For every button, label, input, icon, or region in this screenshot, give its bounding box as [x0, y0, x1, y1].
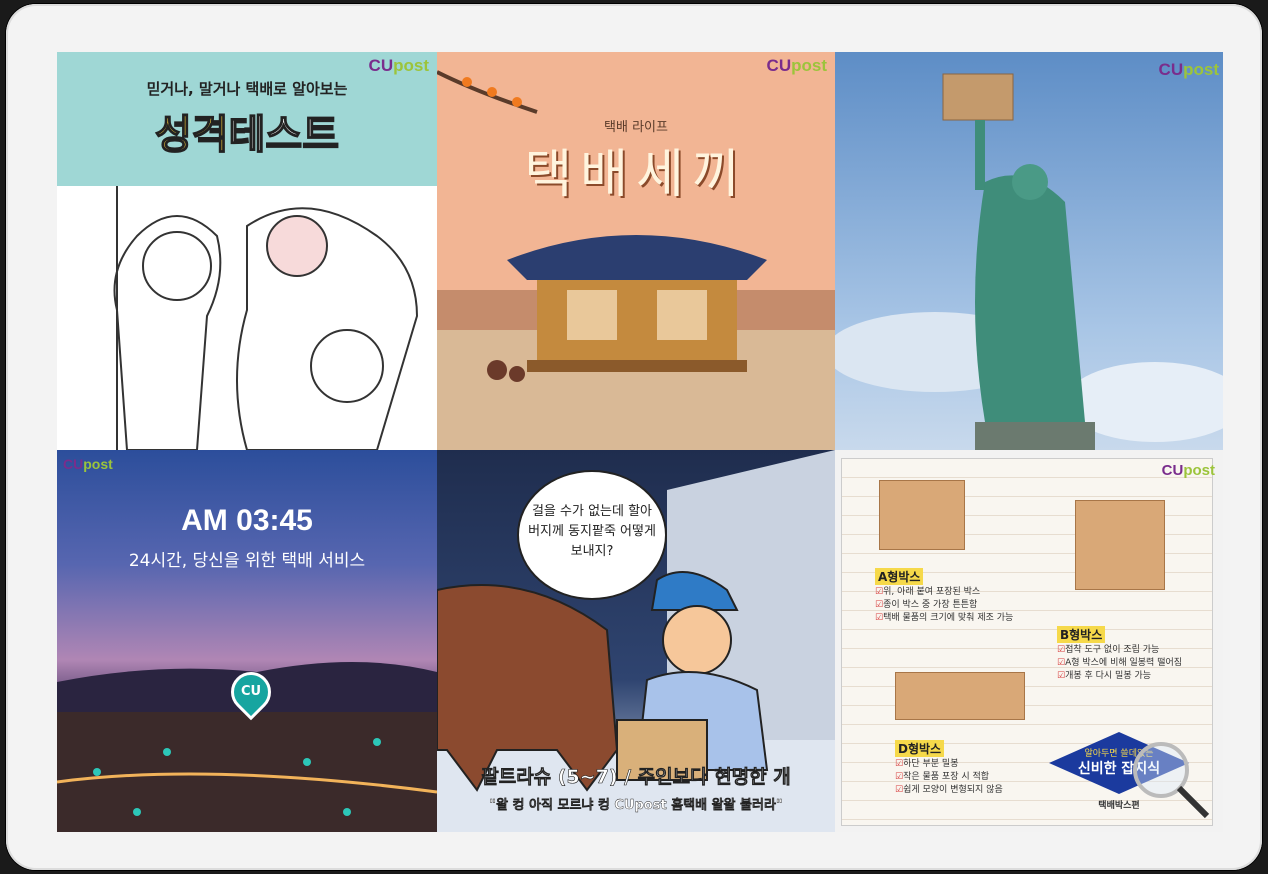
magnifier-icon [1133, 742, 1210, 819]
speech-bubble-text: 걸을 수가 없는데 할아버지께 동지팥죽 어떻게 보내지? [528, 504, 656, 559]
image-grid: CUpost 믿거나, 말거나 택배로 알아보는 성격테스트 CUpost 택배… [57, 52, 1223, 832]
couple-illustration [57, 186, 437, 450]
cupost-logo: CUpost [766, 56, 827, 75]
clock-time: AM 03:45 [181, 504, 313, 537]
box-a-image [879, 480, 965, 550]
box-d-features: 하단 부분 밀봉 작은 물품 포장 시 적합 쉽게 모양이 변형되지 않음 [895, 758, 1003, 797]
hanok-house [437, 235, 835, 450]
comic-tagline: "왈 컹 아직 모르냐 컹 CUpost 홈택배 왈왈 불러라" [489, 798, 783, 813]
box-b-label: B형박스 [1057, 626, 1106, 643]
tile-comic[interactable]: 걸을 수가 없는데 할아버지께 동지팥죽 어떻게 보내지? 팥트라슈 (5~7)… [437, 450, 835, 832]
box-b-image [1075, 500, 1165, 590]
tile-title: 성격테스트 [154, 111, 340, 159]
tile-subtitle: 믿거나, 말거나 택배로 알아보는 [146, 80, 348, 98]
tile-24h-service[interactable]: CUpost AM 03:45 24시간, 당신을 위한 택배 서비스 CU [57, 450, 437, 832]
cupost-logo: CUpost [368, 56, 429, 75]
tile-subtitle: 24시간, 당신을 위한 택배 서비스 [128, 551, 366, 571]
tile-personality-test[interactable]: CUpost 믿거나, 말거나 택배로 알아보는 성격테스트 [57, 52, 437, 450]
tile-statue-of-liberty[interactable]: CUpost [835, 52, 1223, 450]
box-d-label: D형박스 [895, 740, 945, 757]
comic-caption: 팥트라슈 (5~7) / 주인보다 현명한 개 [481, 766, 791, 789]
box-d-image [895, 672, 1025, 720]
tile-box-guide[interactable]: CUpost A형박스 위, 아래 붙여 포장된 박스 종이 박스 중 가장 튼… [835, 450, 1223, 832]
cupost-logo: CUpost [63, 456, 113, 472]
box-a-label: A형박스 [875, 568, 924, 585]
box-a-features: 위, 아래 붙여 포장된 박스 종이 박스 중 가장 튼튼함 택배 물품의 크기… [875, 586, 1013, 625]
tile-delivery-life[interactable]: CUpost 택배 라이프 택배세끼 [437, 52, 835, 450]
statue-of-liberty-photo [835, 73, 1223, 450]
cupost-logo: CUpost [1161, 462, 1215, 479]
box-b-features: 접착 도구 없이 조립 가능 A형 박스에 비해 일봉력 떨어짐 개봉 후 다시… [1057, 644, 1182, 683]
